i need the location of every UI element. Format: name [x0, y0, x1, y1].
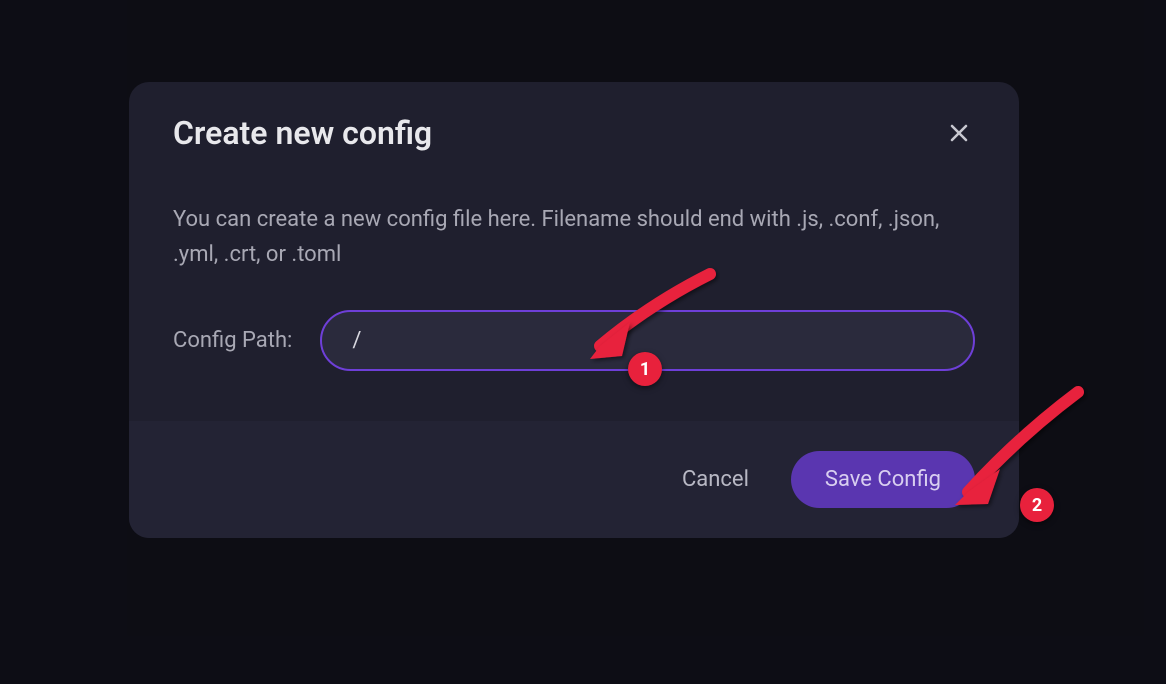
create-config-modal: Create new config You can create a new c… — [129, 82, 1019, 538]
config-path-label: Config Path: — [173, 328, 292, 353]
annotation-badge-1: 1 — [628, 352, 662, 386]
modal-description: You can create a new config file here. F… — [173, 202, 975, 272]
config-path-row: Config Path: — [173, 310, 975, 371]
save-button[interactable]: Save Config — [791, 451, 975, 508]
close-button[interactable] — [943, 117, 975, 149]
annotation-badge-2: 2 — [1020, 488, 1054, 522]
close-icon — [947, 121, 971, 145]
cancel-button[interactable]: Cancel — [672, 453, 759, 506]
modal-footer: Cancel Save Config — [129, 421, 1019, 538]
modal-header: Create new config — [129, 82, 1019, 152]
modal-body: You can create a new config file here. F… — [129, 152, 1019, 421]
modal-title: Create new config — [173, 114, 432, 152]
